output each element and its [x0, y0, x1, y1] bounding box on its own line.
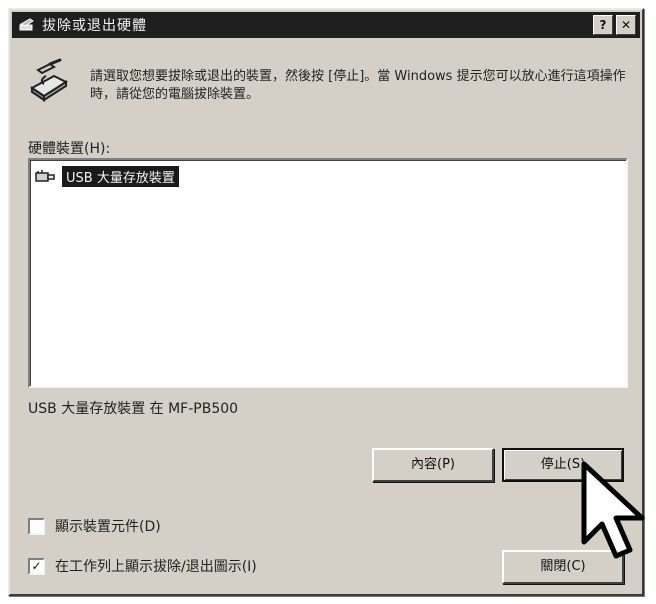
show-components-checkbox[interactable]: [28, 517, 45, 535]
hardware-devices-list[interactable]: USB 大量存放裝置: [28, 158, 628, 388]
show-taskbar-icon-option[interactable]: ✓ 在工作列上顯示拔除/退出圖示(I): [28, 556, 257, 576]
properties-button[interactable]: 內容(P): [372, 448, 494, 482]
eject-hardware-icon: [19, 18, 34, 31]
title-bar[interactable]: 拔除或退出硬體 ? ✕: [12, 12, 640, 38]
unplug-eject-dialog: 拔除或退出硬體 ? ✕ 請選取您想要拔除或退出的裝置，然後按 [停止]。當 Wi…: [8, 8, 644, 596]
title-buttons: ? ✕: [593, 15, 636, 35]
device-location-text: USB 大量存放裝置 在 MF-PB500: [28, 401, 239, 417]
mouse-pointer-icon: [581, 461, 645, 559]
show-components-option[interactable]: 顯示裝置元件(D): [28, 516, 161, 536]
show-components-label: 顯示裝置元件(D): [55, 519, 161, 535]
list-item-label: USB 大量存放裝置: [62, 166, 179, 187]
hardware-devices-label: 硬體裝置(H):: [28, 141, 111, 157]
list-item[interactable]: USB 大量存放裝置: [34, 166, 179, 187]
usb-device-icon: [35, 169, 55, 182]
show-taskbar-icon-label: 在工作列上顯示拔除/退出圖示(I): [55, 559, 257, 575]
close-window-button[interactable]: ✕: [616, 15, 636, 35]
help-button[interactable]: ?: [593, 15, 613, 35]
show-taskbar-icon-checkbox[interactable]: ✓: [28, 557, 45, 575]
instruction-text: 請選取您想要拔除或退出的裝置，然後按 [停止]。當 Windows 提示您可以放…: [90, 69, 626, 102]
window-title: 拔除或退出硬體: [42, 18, 147, 34]
unplug-hardware-icon: [30, 58, 69, 102]
